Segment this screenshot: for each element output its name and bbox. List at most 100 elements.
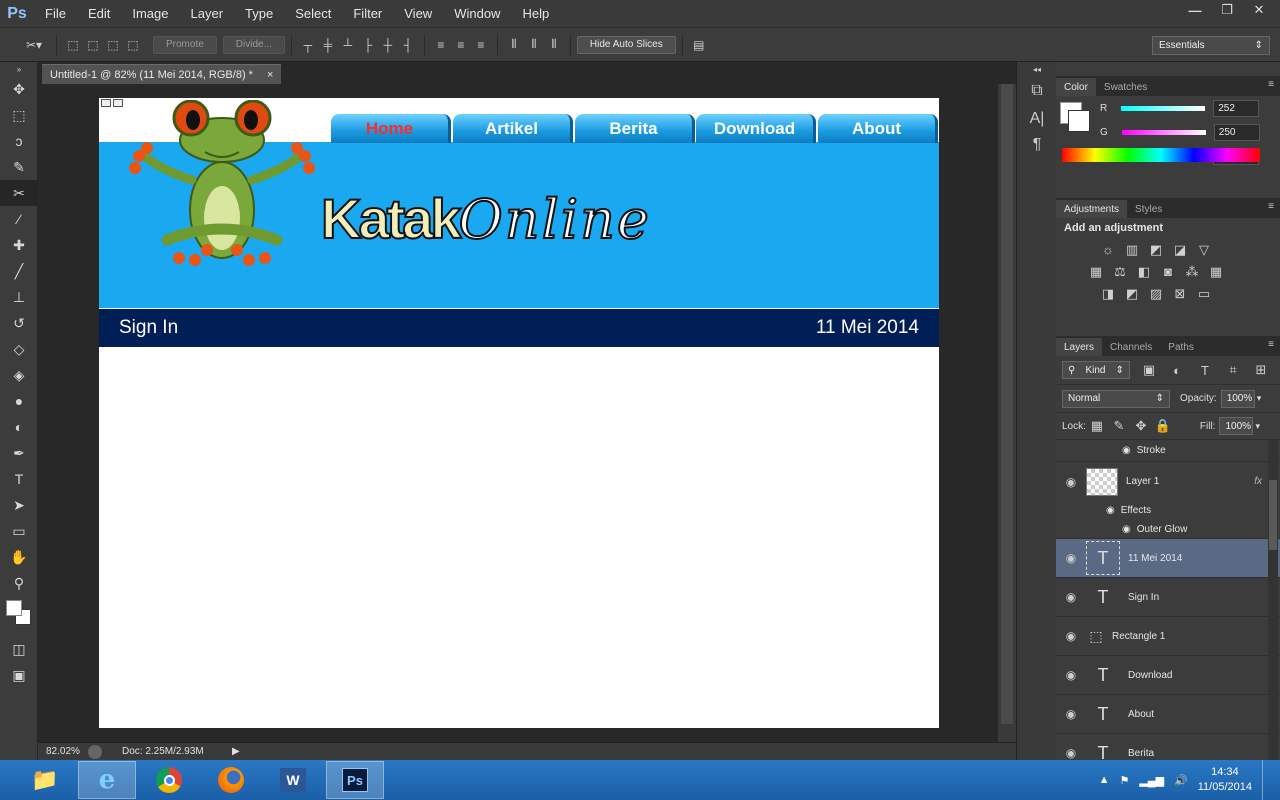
align-top-icon[interactable]: ┬ (298, 35, 318, 55)
bring-forward-icon[interactable]: ⬚ (83, 35, 103, 55)
distribute-right-icon[interactable]: ⫴ (544, 35, 564, 55)
green-slider[interactable] (1121, 129, 1206, 135)
minimize-button[interactable]: — (1180, 0, 1210, 20)
fx-icon[interactable]: fx (1254, 476, 1262, 487)
paragraph-icon[interactable]: ¶ (1017, 132, 1057, 158)
black-white-icon[interactable]: ◧ (1132, 261, 1156, 283)
effects-row[interactable]: ◉ Effects (1056, 501, 1280, 520)
layer-row[interactable]: ◉ T About (1056, 695, 1280, 734)
volume-icon[interactable]: 🔊 (1174, 774, 1188, 787)
align-bottom-icon[interactable]: ┴ (338, 35, 358, 55)
document-tab[interactable]: Untitled-1 @ 82% (11 Mei 2014, RGB/8) * … (42, 64, 282, 84)
chrome-icon[interactable] (140, 761, 198, 799)
show-desktop-button[interactable] (1262, 760, 1272, 800)
restore-button[interactable]: ❐ (1212, 0, 1242, 20)
screen-mode-icon[interactable]: ▣ (0, 662, 38, 688)
panel-menu-icon[interactable]: ≡ (1268, 79, 1274, 90)
blur-tool-icon[interactable]: ● (0, 388, 38, 414)
eye-icon[interactable]: ◉ (1056, 590, 1086, 604)
lasso-tool-icon[interactable]: ↄ (0, 128, 38, 154)
eye-icon[interactable]: ◉ (1122, 524, 1131, 535)
slice-options-icon[interactable]: ▤ (689, 35, 709, 55)
tab-adjustments[interactable]: Adjustments (1056, 200, 1128, 218)
eye-icon[interactable]: ◉ (1056, 475, 1086, 489)
close-tab-icon[interactable]: × (267, 69, 273, 81)
chevron-down-icon[interactable]: ▾ (1257, 393, 1262, 404)
marquee-tool-icon[interactable]: ⬚ (0, 102, 38, 128)
color-lookup-icon[interactable]: ▦ (1204, 261, 1228, 283)
quick-mask-icon[interactable]: ◫ (0, 636, 38, 662)
color-swatch[interactable] (0, 596, 38, 636)
pen-tool-icon[interactable]: ✒ (0, 440, 38, 466)
effect-outer-glow-row[interactable]: ◉ Outer Glow (1056, 520, 1280, 539)
vibrance-icon[interactable]: ▽ (1192, 239, 1216, 261)
status-menu-arrow-icon[interactable]: ▶ (232, 746, 240, 757)
tab-channels[interactable]: Channels (1102, 338, 1160, 356)
menu-edit[interactable]: Edit (77, 0, 121, 28)
divide-button[interactable]: Divide... (222, 35, 285, 54)
fill-input[interactable]: 100% (1219, 417, 1254, 435)
slice-tool-icon[interactable]: ✂ (0, 180, 38, 206)
workspace-select[interactable]: Essentials ⇕ (1152, 36, 1270, 55)
type-tool-icon[interactable]: T (0, 466, 38, 492)
zoom-level[interactable]: 82.02% (38, 746, 88, 757)
history-brush-tool-icon[interactable]: ↺ (0, 310, 38, 336)
tab-paths[interactable]: Paths (1160, 338, 1202, 356)
tab-color[interactable]: Color (1056, 78, 1096, 96)
align-hcenter-icon[interactable]: ┼ (378, 35, 398, 55)
flag-icon[interactable]: ⚑ (1119, 774, 1129, 787)
layer-row[interactable]: ◉ T Sign In (1056, 578, 1280, 617)
hand-tool-icon[interactable]: ✋ (0, 544, 38, 570)
menu-image[interactable]: Image (121, 0, 179, 28)
lock-transparent-icon[interactable]: ▦ (1086, 415, 1108, 437)
character-icon[interactable]: A| (1017, 106, 1057, 132)
color-spectrum[interactable] (1062, 148, 1260, 162)
zoom-tool-icon[interactable]: ⚲ (0, 570, 38, 596)
panel-collapse-icon[interactable]: » (0, 62, 38, 76)
canvas[interactable]: Home Artikel Berita Download About Katak… (99, 98, 939, 728)
hue-saturation-icon[interactable]: ▦ (1084, 261, 1108, 283)
lock-position-icon[interactable]: ✥ (1130, 415, 1152, 437)
distribute-top-icon[interactable]: ≡ (431, 35, 451, 55)
distribute-hcenter-icon[interactable]: ⫴ (524, 35, 544, 55)
eye-icon[interactable]: ◉ (1106, 505, 1115, 516)
menu-type[interactable]: Type (234, 0, 284, 28)
color-balance-icon[interactable]: ⚖ (1108, 261, 1132, 283)
tab-layers[interactable]: Layers (1056, 338, 1103, 356)
green-value[interactable]: 250 (1213, 123, 1260, 141)
filter-pixel-icon[interactable]: ▣ (1140, 359, 1158, 381)
eye-icon[interactable]: ◉ (1056, 551, 1086, 565)
show-hidden-icons[interactable]: ▲ (1099, 774, 1110, 786)
chevron-down-icon[interactable]: ▾ (1255, 421, 1260, 432)
menu-help[interactable]: Help (511, 0, 560, 28)
panel-menu-icon[interactable]: ≡ (1268, 339, 1274, 350)
menu-layer[interactable]: Layer (180, 0, 235, 28)
internet-explorer-icon[interactable]: e (78, 761, 136, 799)
eye-icon[interactable]: ◉ (1056, 707, 1086, 721)
filter-smart-object-icon[interactable]: ⊞ (1252, 359, 1270, 381)
align-vcenter-icon[interactable]: ╪ (318, 35, 338, 55)
scrollbar-thumb[interactable] (1001, 84, 1013, 724)
send-backward-icon[interactable]: ⬚ (103, 35, 123, 55)
file-explorer-icon[interactable]: 📁 (16, 761, 74, 799)
close-button[interactable]: ✕ (1244, 0, 1274, 20)
eye-icon[interactable]: ◉ (1056, 629, 1086, 643)
filter-shape-icon[interactable]: ⌗ (1224, 359, 1242, 381)
photoshop-taskbar-icon[interactable]: Ps (326, 761, 384, 799)
threshold-icon[interactable]: ▨ (1144, 283, 1168, 305)
curves-icon[interactable]: ◩ (1144, 239, 1168, 261)
layer-row[interactable]: ◉ T 11 Mei 2014 (1056, 539, 1280, 578)
brightness-icon[interactable]: ☼ (1096, 238, 1120, 260)
clone-stamp-tool-icon[interactable]: ⊥ (0, 284, 38, 310)
layers-scrollbar[interactable] (1268, 440, 1278, 762)
eyedropper-tool-icon[interactable]: ⁄ (0, 206, 38, 232)
rectangle-tool-icon[interactable]: ▭ (0, 518, 38, 544)
move-tool-icon[interactable]: ✥ (0, 76, 38, 102)
red-slider[interactable] (1121, 105, 1206, 111)
layer-kind-filter[interactable]: ⚲ Kind ⇕ (1062, 361, 1130, 379)
lock-all-icon[interactable]: 🔒 (1152, 415, 1174, 437)
share-icon[interactable] (88, 744, 102, 759)
layer-row[interactable]: ◉ ⬚ Rectangle 1 (1056, 617, 1280, 656)
word-icon[interactable]: W (264, 761, 322, 799)
menu-select[interactable]: Select (284, 0, 342, 28)
